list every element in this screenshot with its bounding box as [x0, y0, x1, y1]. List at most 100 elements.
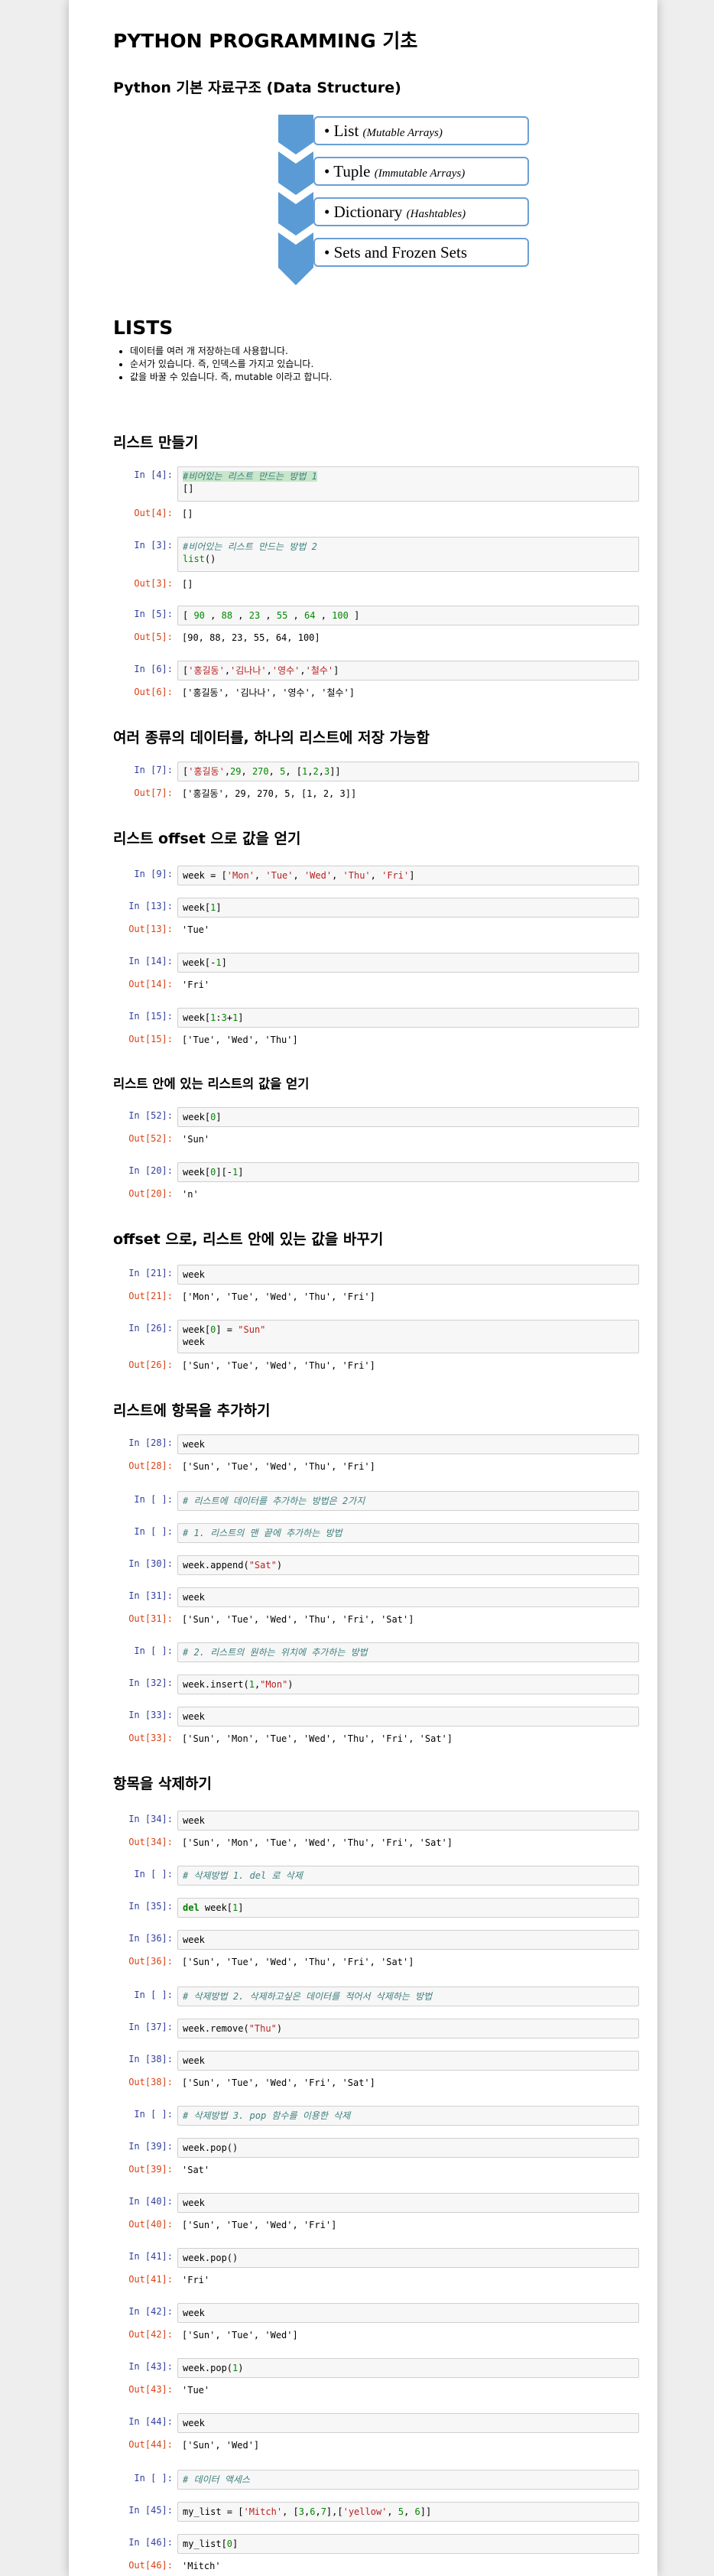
code-input[interactable]: # 삭제방법 2. 삭제하고싶은 데이터를 적어서 삭제하는 방법 — [177, 1986, 639, 2006]
code-output: [] — [182, 579, 193, 590]
code-input[interactable]: week — [177, 2303, 639, 2323]
list-item: 값을 바꿀 수 있습니다. 즉, mutable 이라고 합니다. — [130, 371, 641, 384]
code-output: 'Tue' — [182, 2385, 210, 2396]
diagram-item-sets: • Sets and Frozen Sets — [313, 238, 529, 267]
list-item: 순서가 있습니다. 즉, 인덱스를 가지고 있습니다. — [130, 358, 641, 371]
input-prompt: In [35]: — [128, 1901, 173, 1912]
input-prompt: In [39]: — [128, 2141, 173, 2152]
code-output: 'n' — [182, 1189, 199, 1200]
output-prompt: Out[36]: — [128, 1956, 173, 1967]
code-output: ['Sun', 'Tue', 'Wed', 'Thu', 'Fri', 'Sat… — [182, 1614, 414, 1625]
code-output: ['Mon', 'Tue', 'Wed', 'Thu', 'Fri'] — [182, 1291, 375, 1302]
code-input[interactable]: # 삭제방법 1. del 로 삭제 — [177, 1866, 639, 1886]
code-input[interactable]: # 삭제방법 3. pop 함수를 이용한 삭제 — [177, 2106, 639, 2126]
code-input[interactable]: my_list = ['Mitch', [3,6,7],['yellow', 5… — [177, 2502, 639, 2522]
code-input[interactable]: week — [177, 2051, 639, 2071]
input-prompt: In [3]: — [134, 540, 173, 551]
output-prompt: Out[39]: — [128, 2164, 173, 2175]
code-output: ['Tue', 'Wed', 'Thu'] — [182, 1035, 298, 1045]
code-input[interactable]: my_list[0] — [177, 2534, 639, 2554]
code-input[interactable]: week[0] — [177, 1107, 639, 1127]
code-input[interactable]: #비어있는 리스트 만드는 방법 2 list() — [177, 537, 639, 572]
lists-section: LISTS 데이터를 여러 개 저장하는데 사용합니다. 순서가 있습니다. 즉… — [113, 317, 641, 384]
input-prompt: In [41]: — [128, 2251, 173, 2262]
code-input[interactable]: week — [177, 1811, 639, 1830]
code-input[interactable]: week — [177, 1265, 639, 1285]
section-heading: 리스트에 항목을 추가하기 — [113, 1402, 271, 1419]
code-input[interactable]: # 리스트에 데이터를 추가하는 방법은 2가지 — [177, 1491, 639, 1511]
notebook-page — [69, 0, 657, 2576]
input-prompt: In [40]: — [128, 2196, 173, 2207]
code-input[interactable]: week = ['Mon', 'Tue', 'Wed', 'Thu', 'Fri… — [177, 866, 639, 885]
code-output: ['Sun', 'Mon', 'Tue', 'Wed', 'Thu', 'Fri… — [182, 1837, 453, 1848]
heading-cell: 리스트 만들기 — [113, 431, 641, 452]
code-output: 'Sat' — [182, 2165, 210, 2175]
code-input[interactable]: week.pop() — [177, 2138, 639, 2158]
code-input[interactable]: week[1] — [177, 898, 639, 918]
output-prompt: Out[40]: — [128, 2219, 173, 2230]
input-prompt: In [20]: — [128, 1165, 173, 1176]
code-input[interactable]: week — [177, 2193, 639, 2213]
code-input[interactable]: week[-1] — [177, 953, 639, 973]
input-prompt: In [ ]: — [134, 2109, 173, 2120]
input-prompt: In [34]: — [128, 1814, 173, 1824]
heading-cell: 리스트 offset 으로 값을 얻기 — [113, 827, 641, 848]
code-input[interactable]: week[0] = "Sun" week — [177, 1320, 639, 1353]
output-prompt: Out[38]: — [128, 2077, 173, 2087]
output-prompt: Out[46]: — [128, 2560, 173, 2571]
code-output: 'Fri' — [182, 979, 210, 990]
input-prompt: In [30]: — [128, 1558, 173, 1569]
output-prompt: Out[15]: — [128, 1034, 173, 1044]
code-input[interactable]: week — [177, 1707, 639, 1727]
code-input[interactable]: # 데이터 액세스 — [177, 2470, 639, 2490]
heading-cell: 리스트에 항목을 추가하기 — [113, 1399, 641, 1420]
input-prompt: In [52]: — [128, 1110, 173, 1121]
code-input[interactable]: week[1:3+1] — [177, 1008, 639, 1028]
input-prompt: In [26]: — [128, 1323, 173, 1333]
input-prompt: In [ ]: — [134, 1869, 173, 1879]
input-prompt: In [28]: — [128, 1437, 173, 1448]
code-input[interactable]: week.pop(1) — [177, 2358, 639, 2378]
code-input[interactable]: # 1. 리스트의 맨 끝에 추가하는 방법 — [177, 1523, 639, 1543]
code-input[interactable]: del week[1] — [177, 1898, 639, 1918]
code-input[interactable]: # 2. 리스트의 원하는 위치에 추가하는 방법 — [177, 1642, 639, 1662]
page-subtitle: Python 기본 자료구조 (Data Structure) — [113, 80, 401, 96]
code-input[interactable]: week.pop() — [177, 2248, 639, 2268]
code-input[interactable]: week.remove("Thu") — [177, 2019, 639, 2038]
input-prompt: In [5]: — [134, 609, 173, 619]
code-input[interactable]: week.append("Sat") — [177, 1555, 639, 1575]
code-input[interactable]: ['홍길동','김나나','영수','철수'] — [177, 661, 639, 681]
lists-heading: LISTS — [113, 317, 174, 339]
input-prompt: In [38]: — [128, 2054, 173, 2064]
code-input[interactable]: week.insert(1,"Mon") — [177, 1675, 639, 1694]
input-prompt: In [ ]: — [134, 1990, 173, 2000]
output-prompt: Out[31]: — [128, 1613, 173, 1624]
code-input[interactable]: ['홍길동',29, 270, 5, [1,2,3]] — [177, 762, 639, 781]
code-input[interactable]: #비어있는 리스트 만드는 방법 1 [] — [177, 466, 639, 502]
input-prompt: In [9]: — [134, 869, 173, 879]
output-prompt: Out[4]: — [134, 508, 173, 518]
code-output: ['홍길동', '김나나', '영수', '철수'] — [182, 687, 355, 698]
code-output: ['Sun', 'Tue', 'Wed', 'Thu', 'Fri'] — [182, 1360, 375, 1371]
output-prompt: Out[33]: — [128, 1733, 173, 1743]
input-prompt: In [32]: — [128, 1678, 173, 1688]
input-prompt: In [31]: — [128, 1590, 173, 1601]
output-prompt: Out[20]: — [128, 1188, 173, 1199]
section-heading: 여러 종류의 데이터를, 하나의 리스트에 저장 가능함 — [113, 729, 430, 746]
code-input[interactable]: week[0][-1] — [177, 1162, 639, 1182]
code-output: 'Mitch' — [182, 2561, 221, 2571]
input-prompt: In [46]: — [128, 2537, 173, 2548]
code-input[interactable]: [ 90 , 88 , 23 , 55 , 64 , 100 ] — [177, 606, 639, 625]
input-prompt: In [4]: — [134, 469, 173, 480]
heading-cell: 항목을 삭제하기 — [113, 1772, 641, 1793]
code-input[interactable]: week — [177, 1434, 639, 1454]
code-input[interactable]: week — [177, 1587, 639, 1607]
input-prompt: In [33]: — [128, 1710, 173, 1720]
code-output: 'Tue' — [182, 924, 210, 935]
code-input[interactable]: week — [177, 1930, 639, 1950]
output-prompt: Out[14]: — [128, 979, 173, 989]
code-output: 'Sun' — [182, 1134, 210, 1145]
input-prompt: In [7]: — [134, 765, 173, 775]
output-prompt: Out[44]: — [128, 2439, 173, 2450]
code-input[interactable]: week — [177, 2413, 639, 2433]
